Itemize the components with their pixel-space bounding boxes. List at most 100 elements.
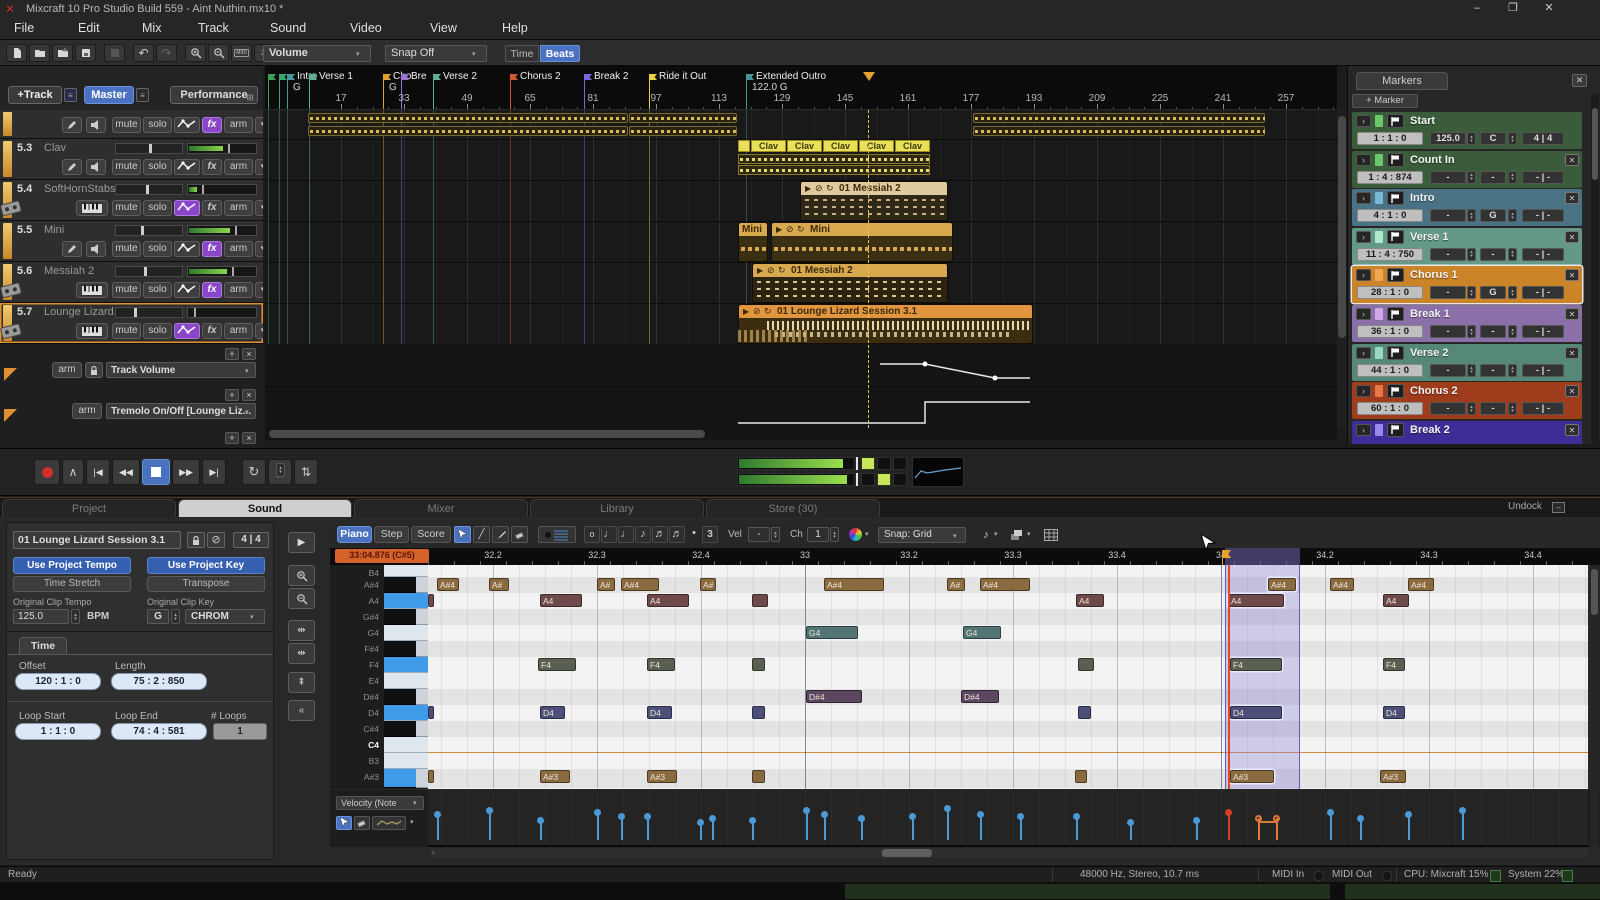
marker-key[interactable]: -	[1480, 364, 1506, 377]
midi-note[interactable]: F4	[1383, 658, 1405, 671]
spinner[interactable]: ▴▾	[1467, 364, 1476, 377]
clip-title[interactable]: Clav	[895, 140, 930, 152]
chevron-down-icon[interactable]: ▾	[953, 532, 957, 540]
marker-name[interactable]: Count In	[1410, 154, 1455, 166]
remove-lane-icon[interactable]: ×	[242, 432, 256, 444]
brush-tool-icon[interactable]	[492, 526, 509, 543]
piano-key-black[interactable]	[384, 721, 416, 737]
track-fx-button[interactable]: fx	[202, 159, 222, 175]
piano-roll-hscrollbar[interactable]: ‹	[430, 848, 1588, 858]
midi-note[interactable]: A4	[1076, 594, 1104, 607]
length-field[interactable]: 75 : 2 : 850	[111, 673, 207, 690]
spinner[interactable]: ▴▾	[1508, 286, 1517, 299]
scrollbar-thumb[interactable]	[1338, 116, 1346, 338]
minimize-icon[interactable]: –	[1462, 0, 1492, 17]
note-duration-icon[interactable]: o	[584, 526, 600, 543]
chevron-down-icon[interactable]: ▾	[1027, 530, 1031, 538]
clip-play-icon[interactable]: ▶	[757, 266, 763, 275]
spinner[interactable]: ▴▾	[1467, 402, 1476, 415]
track-options-chevron-icon[interactable]: ▾	[255, 323, 263, 339]
marker-signature[interactable]: - | -	[1522, 325, 1564, 338]
note-entry-icon[interactable]	[538, 526, 576, 543]
tab-step[interactable]: Step	[374, 526, 409, 543]
loop-start-field[interactable]: 1 : 1 : 0	[15, 723, 101, 740]
piano-key-black[interactable]	[384, 689, 416, 705]
tab-project[interactable]: Project	[2, 499, 176, 518]
marker-expand-icon[interactable]: ›	[1356, 269, 1371, 281]
maximize-icon[interactable]: ❐	[1498, 0, 1528, 17]
velocity-select-tool-icon[interactable]	[336, 816, 352, 830]
track-mute-button[interactable]: mute	[112, 282, 141, 298]
track-row-mini[interactable]: 5.5Minimutesolofxarm▾	[0, 221, 263, 262]
menu-item-mix[interactable]: Mix	[142, 21, 161, 37]
midi-note[interactable]: A#3	[540, 770, 570, 783]
clip-title[interactable]: Mini	[742, 224, 762, 235]
piano-key-white[interactable]	[384, 705, 428, 721]
add-track-button[interactable]: +Track	[8, 86, 62, 104]
marker-row-intro[interactable]: ›Intro✕4 : 1 : 0-▴▾G▴▾- | -	[1352, 189, 1582, 226]
marker-name[interactable]: Start	[1410, 115, 1435, 127]
marker-expand-icon[interactable]: ›	[1356, 385, 1371, 397]
track-arm-button[interactable]: arm	[224, 241, 253, 257]
chevron-down-icon[interactable]: ▾	[356, 50, 360, 58]
track-options-chevron-icon[interactable]: ▾	[255, 200, 263, 216]
menu-item-sound[interactable]: Sound	[270, 21, 306, 37]
playhead-marker[interactable]	[863, 72, 875, 81]
note-color-icon[interactable]	[848, 527, 863, 542]
track-mute-button[interactable]: mute	[112, 241, 141, 257]
midi-note[interactable]: A4	[647, 594, 689, 607]
track-solo-button[interactable]: solo	[143, 117, 172, 133]
marker-name[interactable]: Break 1	[1410, 308, 1450, 320]
clip-loop-icon[interactable]: ↻	[764, 306, 772, 317]
track-solo-button[interactable]: solo	[143, 282, 172, 298]
track-solo-button[interactable]: solo	[143, 323, 172, 339]
spinner[interactable]: ▴▾	[1467, 132, 1476, 145]
tab-sound[interactable]: Sound	[178, 499, 352, 518]
flag-icon[interactable]	[1387, 191, 1404, 205]
track-fx-button[interactable]: fx	[202, 117, 222, 133]
track-auto-button[interactable]	[174, 200, 200, 216]
track-fx-button[interactable]: fx	[202, 241, 222, 257]
menu-item-file[interactable]: File	[14, 21, 34, 37]
remove-lane-icon[interactable]: ×	[242, 348, 256, 360]
marker-key[interactable]: G	[1480, 286, 1506, 299]
marker-tempo[interactable]: -	[1430, 248, 1466, 261]
lane-parameter-dropdown[interactable]: Tremolo On/Off [Lounge Liz...▾	[106, 403, 256, 419]
velocity-handle[interactable]	[1127, 819, 1134, 826]
marker-signature[interactable]: 4 | 4	[1522, 132, 1564, 145]
marker-name[interactable]: Chorus 1	[1410, 269, 1458, 281]
marker-row-break-1[interactable]: ›Break 1✕36 : 1 : 0-▴▾-▴▾- | -	[1352, 305, 1582, 342]
piano-key-black[interactable]	[384, 609, 416, 625]
grid-settings-icon[interactable]	[1042, 527, 1060, 542]
transpose-button[interactable]: Transpose	[147, 576, 265, 592]
clip-play-icon[interactable]: ▶	[743, 307, 749, 316]
midi-note[interactable]: D4	[540, 706, 565, 719]
markers-close-icon[interactable]: ✕	[1572, 74, 1587, 87]
piano-key-black[interactable]	[384, 769, 416, 788]
marker-flag-label[interactable]: Bre	[411, 71, 427, 82]
punch-in-out-button[interactable]: ⇅	[294, 459, 318, 485]
clip-loop-icon[interactable]: ↻	[826, 183, 834, 194]
clip-mute-icon[interactable]: ⊘	[767, 265, 775, 276]
track-auto-button[interactable]	[174, 117, 200, 133]
velocity-handle[interactable]	[697, 819, 704, 826]
piano-keyboard-icon[interactable]	[76, 323, 108, 339]
eraser-tool-icon[interactable]	[511, 526, 528, 543]
marker-color-chip[interactable]	[1375, 347, 1383, 359]
redo-icon[interactable]: ↷	[156, 44, 177, 62]
track-arm-button[interactable]: arm	[224, 117, 253, 133]
marker-expand-icon[interactable]: ›	[1356, 424, 1371, 436]
speaker-icon[interactable]	[86, 159, 106, 175]
open-icon[interactable]	[29, 44, 50, 62]
flag-icon[interactable]	[1387, 114, 1404, 128]
scale-dropdown[interactable]: CHROM▾	[185, 609, 265, 624]
fast-forward-button[interactable]: ▶▶	[172, 459, 200, 485]
midi-note[interactable]	[752, 658, 765, 671]
lock-icon[interactable]	[187, 532, 205, 548]
velocity-handle[interactable]	[537, 817, 544, 824]
track-name[interactable]: Messiah 2	[44, 265, 94, 277]
clip-mute-icon[interactable]: ⊘	[786, 224, 794, 235]
scrollbar-thumb[interactable]	[882, 849, 932, 857]
midi-note[interactable]: A#	[597, 578, 615, 591]
velocity-eraser-icon[interactable]	[354, 816, 370, 830]
